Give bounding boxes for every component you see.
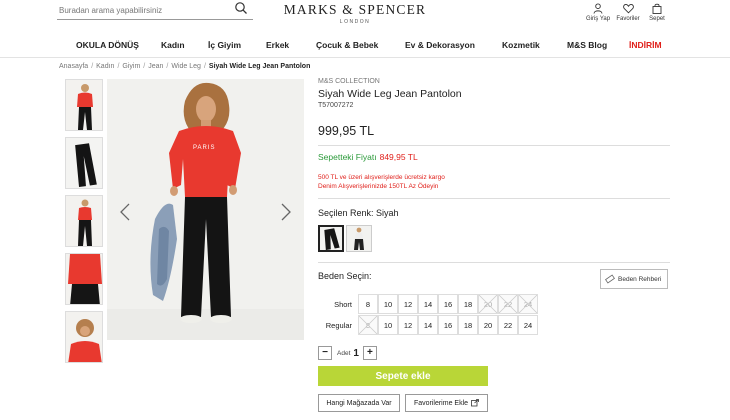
product-price: 999,95 TL <box>318 124 375 138</box>
nav-item-ic-giyim[interactable]: İç Giyim <box>208 40 241 50</box>
add-to-favorites-label: Favorilerime Ekle <box>413 399 469 407</box>
next-image-icon[interactable] <box>280 203 292 221</box>
breadcrumb-jean[interactable]: Jean <box>148 63 163 70</box>
product-thumbnail[interactable] <box>65 253 103 305</box>
product-thumbnail[interactable] <box>65 311 103 363</box>
size-option-short-16[interactable]: 16 <box>438 294 458 314</box>
size-guide-label: Beden Rehberi <box>618 275 662 283</box>
quantity-increase-button[interactable]: + <box>362 346 377 360</box>
size-option-short-14[interactable]: 14 <box>418 294 438 314</box>
size-option-regular-24[interactable]: 24 <box>518 315 538 335</box>
cart-label: Sepet <box>649 16 665 22</box>
store-availability-button[interactable]: Hangi Mağazada Var <box>318 394 400 412</box>
nav-item-kadin[interactable]: Kadın <box>161 40 185 50</box>
brand-name: MARKS & SPENCER <box>283 2 427 17</box>
nav-item-ev-dekorasyon[interactable]: Ev & Dekorasyon <box>405 40 475 50</box>
breadcrumb-kadin[interactable]: Kadın <box>96 63 114 70</box>
search-icon[interactable] <box>234 1 248 15</box>
favorites-button[interactable]: Favoriler <box>612 3 644 22</box>
main-nav: OKULA DÖNÜŞ Kadın İç Giyim Erkek Çocuk &… <box>0 36 730 58</box>
quantity-stepper: − Adet 1 + <box>318 346 377 360</box>
size-option-short-20: 20 <box>478 294 498 314</box>
cart-button[interactable]: Sepet <box>644 3 670 22</box>
breadcrumb-wide-leg[interactable]: Wide Leg <box>171 63 201 70</box>
store-availability-label: Hangi Mağazada Var <box>326 399 392 407</box>
search-bar <box>57 0 253 20</box>
product-collection: M&S COLLECTION <box>318 78 380 85</box>
favorite-add-icon <box>471 399 479 407</box>
size-row-regular-label: Regular <box>325 321 352 330</box>
size-select-label: Beden Seçin: <box>318 271 372 281</box>
brand-subtitle: LONDON <box>339 19 371 25</box>
quantity-value[interactable]: 1 <box>353 348 359 359</box>
header-actions: Giriş Yap Favoriler Sepet <box>584 3 670 22</box>
size-option-short-10[interactable]: 10 <box>378 294 398 314</box>
size-option-regular-20[interactable]: 20 <box>478 315 498 335</box>
main-product-image: PARIS <box>107 79 304 340</box>
nav-item-erkek[interactable]: Erkek <box>266 40 289 50</box>
quantity-label: Adet <box>337 349 351 357</box>
size-option-regular-12[interactable]: 12 <box>398 315 418 335</box>
size-option-short-8[interactable]: 8 <box>358 294 378 314</box>
cart-price-label: Sepetteki Fiyatı <box>318 152 377 162</box>
brand-logo[interactable]: MARKS & SPENCER LONDON <box>280 2 430 25</box>
nav-item-indirim[interactable]: İNDİRİM <box>629 40 662 50</box>
add-to-cart-button[interactable]: Sepete ekle <box>318 366 488 386</box>
size-option-regular-10[interactable]: 10 <box>378 315 398 335</box>
selected-color-label: Seçilen Renk: Siyah <box>318 208 399 218</box>
shopping-bag-icon <box>652 3 662 14</box>
promo-denim-discount: Denim Alışverişlerinizde 150TL Az Ödeyin <box>318 183 439 190</box>
product-thumbnail[interactable] <box>65 79 103 131</box>
size-option-short-24: 24 <box>518 294 538 314</box>
login-button[interactable]: Giriş Yap <box>584 3 612 22</box>
add-to-favorites-button[interactable]: Favorilerime Ekle <box>405 394 488 412</box>
nav-item-ms-blog[interactable]: M&S Blog <box>567 40 607 50</box>
product-title: Siyah Wide Leg Jean Pantolon <box>318 88 462 100</box>
divider <box>318 145 670 146</box>
ruler-icon <box>605 274 615 284</box>
nav-item-cocuk-bebek[interactable]: Çocuk & Bebek <box>316 40 378 50</box>
size-option-short-18[interactable]: 18 <box>458 294 478 314</box>
breadcrumb-giyim[interactable]: Giyim <box>122 63 140 70</box>
previous-image-icon[interactable] <box>119 203 131 221</box>
login-label: Giriş Yap <box>585 16 611 22</box>
svg-text:PARIS: PARIS <box>193 145 216 151</box>
product-sku: T57007272 <box>318 102 354 109</box>
divider <box>318 198 670 199</box>
search-input[interactable] <box>59 3 229 17</box>
nav-item-okula-donus[interactable]: OKULA DÖNÜŞ <box>76 40 139 50</box>
size-guide-button[interactable]: Beden Rehberi <box>600 269 668 289</box>
heart-icon <box>622 3 634 14</box>
user-icon <box>593 3 603 14</box>
size-option-short-12[interactable]: 12 <box>398 294 418 314</box>
size-option-regular-16[interactable]: 16 <box>438 315 458 335</box>
product-thumbnail[interactable] <box>65 137 103 189</box>
size-option-regular-18[interactable]: 18 <box>458 315 478 335</box>
breadcrumb-current: Siyah Wide Leg Jean Pantolon <box>208 63 311 70</box>
size-option-regular-14[interactable]: 14 <box>418 315 438 335</box>
cart-price-value: 849,95 TL <box>379 152 418 162</box>
nav-item-kozmetik[interactable]: Kozmetik <box>502 40 540 50</box>
quantity-decrease-button[interactable]: − <box>318 346 332 360</box>
product-thumbnail[interactable] <box>65 195 103 247</box>
color-swatch-black[interactable] <box>318 225 344 252</box>
size-option-short-22: 22 <box>498 294 518 314</box>
divider <box>318 262 670 263</box>
cart-price: Sepetteki Fiyatı 849,95 TL <box>318 152 418 162</box>
thumbnail-list <box>65 79 103 369</box>
breadcrumb: Anasayfa / Kadın / Giyim / Jean / Wide Leg / Siyah… <box>59 63 311 70</box>
breadcrumb-home[interactable]: Anasayfa <box>59 63 88 70</box>
favorites-label: Favoriler <box>616 16 640 22</box>
color-swatch-alternate[interactable] <box>346 225 372 252</box>
size-option-regular-22[interactable]: 22 <box>498 315 518 335</box>
size-option-regular-8: 8 <box>358 315 378 335</box>
promo-free-shipping: 500 TL ve üzeri alışverişlerde ücretsiz … <box>318 174 445 181</box>
size-row-short-label: Short <box>334 300 352 309</box>
